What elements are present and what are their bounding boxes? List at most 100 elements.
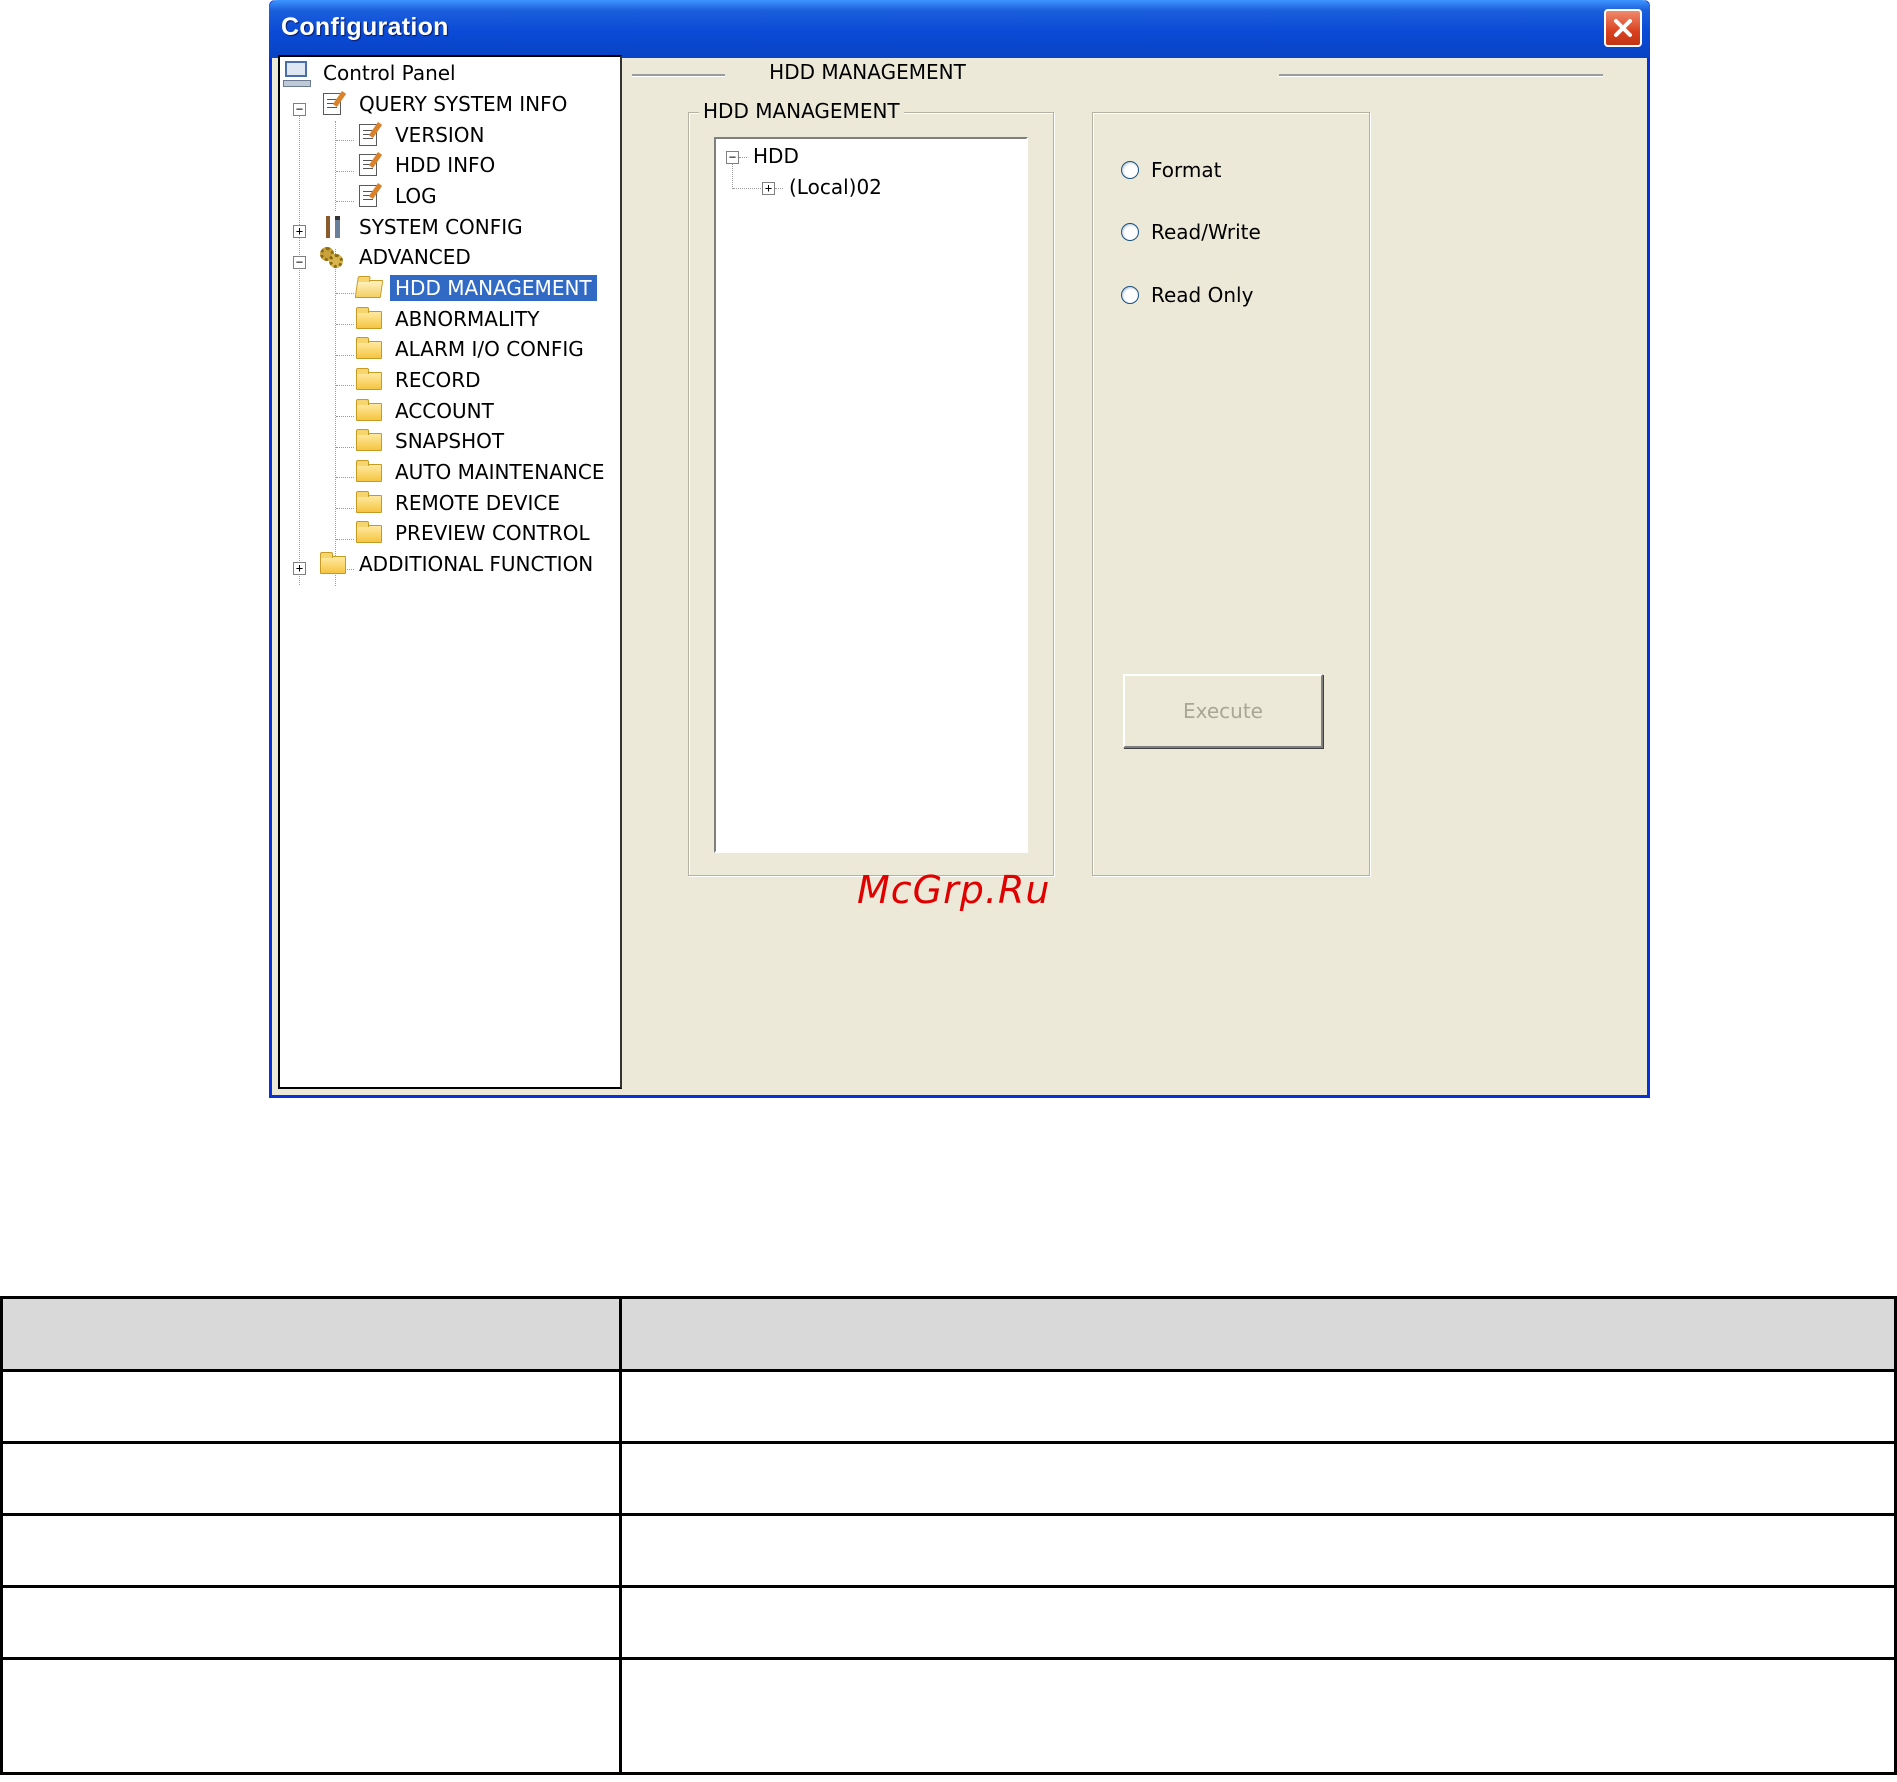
tree-connector — [336, 324, 354, 325]
tree-item-system-config[interactable]: SYSTEM CONFIG — [318, 213, 528, 241]
tree-connector — [336, 385, 354, 386]
tree-connector — [733, 188, 761, 189]
tree-item-label: LOG — [395, 184, 437, 208]
table-cell — [0, 1585, 622, 1660]
tree-item-preview-control[interactable]: PREVIEW CONTROL — [354, 519, 595, 547]
expand-system-config[interactable]: + — [293, 225, 306, 238]
navigation-tree[interactable]: − + − + Control Panel QUERY SYSTEM INFO … — [278, 55, 622, 1089]
watermark: McGrp.Ru — [857, 868, 1051, 912]
hdd-group: HDD MANAGEMENT − HDD + (Local)02 — [688, 99, 1054, 876]
tree-connector — [336, 416, 354, 417]
tree-item-hdd-info[interactable]: HDD INFO — [354, 151, 500, 179]
expand-additional-function[interactable]: + — [293, 562, 306, 575]
tree-connector — [336, 140, 354, 141]
collapse-hdd[interactable]: − — [726, 151, 739, 164]
title-bar[interactable]: Configuration — [269, 0, 1650, 58]
hdd-tree[interactable]: − HDD + (Local)02 — [714, 137, 1028, 853]
tree-connector — [336, 355, 354, 356]
tree-item-record[interactable]: RECORD — [354, 366, 486, 394]
table-cell — [619, 1513, 1897, 1588]
window-title: Configuration — [281, 13, 449, 41]
folder-icon — [318, 551, 348, 577]
tree-connector — [336, 539, 354, 540]
tree-item-alarm-io-config[interactable]: ALARM I/O CONFIG — [354, 335, 589, 363]
tree-item-auto-maintenance[interactable]: AUTO MAINTENANCE — [354, 458, 610, 486]
tree-item-label: HDD INFO — [395, 153, 496, 177]
tree-item-abnormality[interactable]: ABNORMALITY — [354, 305, 544, 333]
tree-item-hdd-management[interactable]: HDD MANAGEMENT — [354, 274, 597, 302]
table-header-cell — [0, 1296, 622, 1372]
tree-item-label: HDD — [753, 144, 799, 168]
table-row — [0, 1585, 1897, 1660]
tree-item-version[interactable]: VERSION — [354, 121, 490, 149]
tree-item-label: PREVIEW CONTROL — [395, 521, 590, 545]
tree-item-label: HDD MANAGEMENT — [390, 275, 597, 301]
tree-item-local02[interactable]: (Local)02 — [784, 173, 887, 201]
tree-item-label: ADDITIONAL FUNCTION — [359, 552, 594, 576]
tree-connector — [775, 188, 783, 189]
tree-item-label: REMOTE DEVICE — [395, 491, 560, 515]
table-row — [0, 1657, 1897, 1775]
read-only-label: Read Only — [1151, 283, 1254, 307]
table-row — [0, 1513, 1897, 1588]
computer-icon — [282, 60, 312, 87]
tree-connector — [336, 201, 354, 202]
read-only-radio[interactable] — [1121, 286, 1139, 304]
tree-item-snapshot[interactable]: SNAPSHOT — [354, 427, 509, 455]
tree-item-remote-device[interactable]: REMOTE DEVICE — [354, 489, 565, 517]
folder-open-icon — [354, 275, 384, 301]
tree-connector — [739, 157, 747, 158]
tree-connector — [336, 293, 354, 294]
table-cell — [619, 1369, 1897, 1444]
tree-item-additional-function[interactable]: ADDITIONAL FUNCTION — [318, 550, 598, 578]
note-icon — [354, 152, 384, 178]
read-write-option[interactable]: Read/Write — [1121, 220, 1261, 244]
tree-connector — [335, 121, 336, 211]
format-option[interactable]: Format — [1121, 158, 1221, 182]
note-icon — [354, 183, 384, 209]
table-cell — [619, 1441, 1897, 1516]
tree-item-hdd[interactable]: HDD — [748, 142, 804, 170]
close-icon — [1614, 19, 1632, 37]
tree-item-label: QUERY SYSTEM INFO — [359, 92, 568, 116]
collapse-query-system-info[interactable]: − — [293, 103, 306, 116]
tree-connector — [299, 115, 300, 585]
tree-item-label: Control Panel — [323, 61, 456, 85]
table-cell — [0, 1657, 622, 1775]
table-cell — [0, 1369, 622, 1444]
tree-item-label: AUTO MAINTENANCE — [395, 460, 605, 484]
tree-item-label: ABNORMALITY — [395, 307, 540, 331]
tree-item-label: (Local)02 — [789, 175, 882, 199]
execute-button[interactable]: Execute — [1123, 674, 1323, 748]
table-row — [0, 1369, 1897, 1444]
read-write-radio[interactable] — [1121, 223, 1139, 241]
tree-item-log[interactable]: LOG — [354, 182, 442, 210]
tools-icon — [318, 214, 348, 240]
tree-item-account[interactable]: ACCOUNT — [354, 397, 499, 425]
tree-item-control-panel[interactable]: Control Panel — [282, 59, 461, 87]
read-only-option[interactable]: Read Only — [1121, 283, 1253, 307]
expand-local02[interactable]: + — [762, 182, 775, 195]
table-cell — [0, 1513, 622, 1588]
gears-icon — [318, 244, 348, 270]
table-cell — [619, 1657, 1897, 1775]
table-header-row — [0, 1296, 1897, 1372]
folder-icon — [354, 490, 384, 516]
folder-icon — [354, 306, 384, 332]
tree-connector — [336, 477, 354, 478]
tree-item-label: ACCOUNT — [395, 399, 494, 423]
format-radio[interactable] — [1121, 161, 1139, 179]
tree-item-advanced[interactable]: ADVANCED — [318, 243, 476, 271]
collapse-advanced[interactable]: − — [293, 256, 306, 269]
tree-connector — [336, 508, 354, 509]
read-write-label: Read/Write — [1151, 220, 1261, 244]
configuration-window: Configuration − + − + Control Panel QUER… — [269, 0, 1650, 1098]
tree-item-query-system-info[interactable]: QUERY SYSTEM INFO — [318, 90, 572, 118]
tree-item-label: SNAPSHOT — [395, 429, 505, 453]
folder-icon — [354, 459, 384, 485]
table-cell — [0, 1441, 622, 1516]
table-header-cell — [619, 1296, 1897, 1372]
tree-connector — [336, 171, 354, 172]
table-row — [0, 1441, 1897, 1516]
close-button[interactable] — [1604, 9, 1642, 47]
